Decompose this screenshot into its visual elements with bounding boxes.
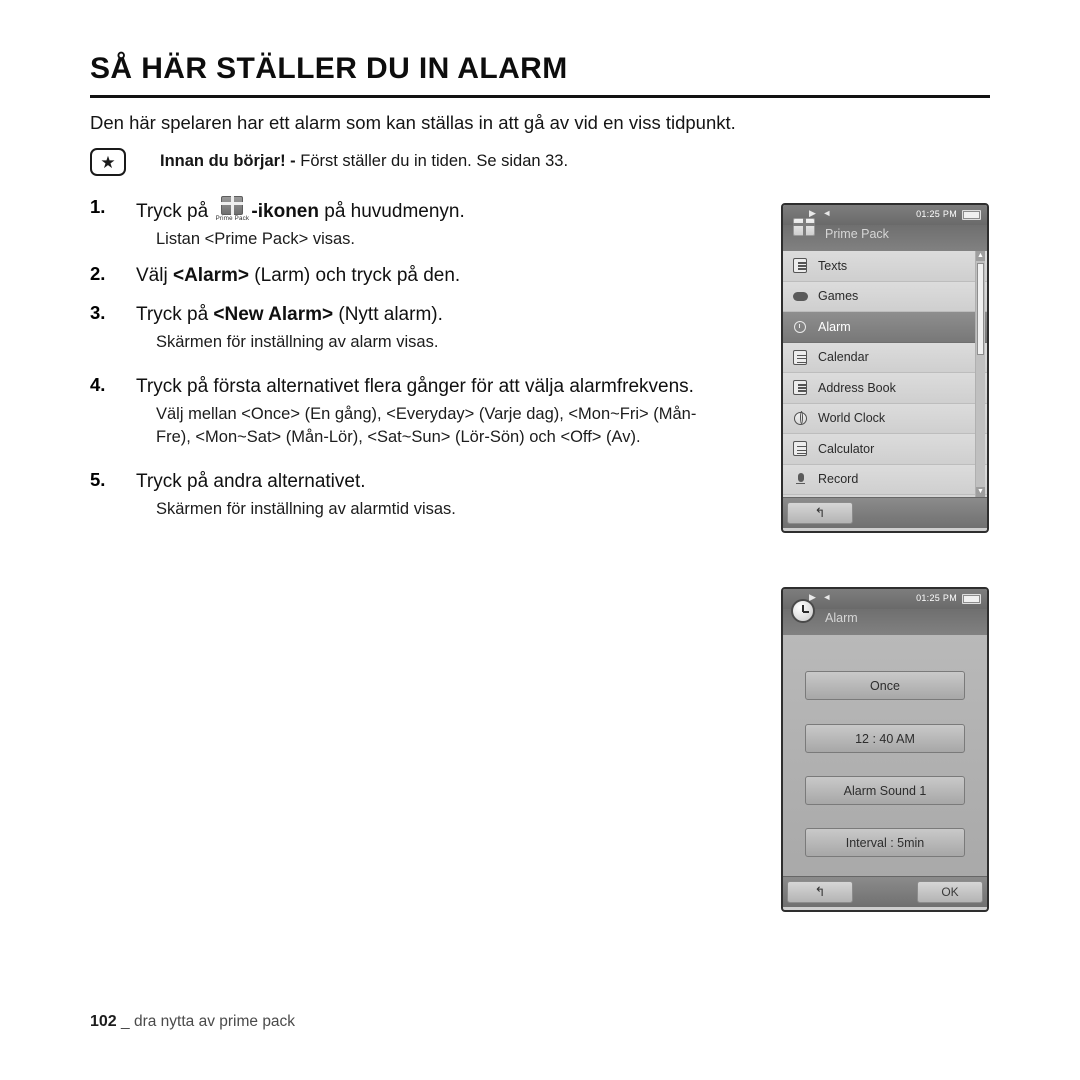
menu-item-record-label: Record [818,472,859,487]
battery-icon [962,210,981,220]
ok-button[interactable]: OK [917,881,983,903]
step-3-subtext: Skärmen för inställning av alarm visas. [156,333,439,352]
note-text: Innan du börjar! - Först ställer du in t… [160,152,568,171]
back-button[interactable]: ↰ [787,881,853,903]
menu-item-world-clock-label: World Clock [818,411,886,426]
status-time: 01:25 PM [916,593,957,603]
step-2: 2. Välj <Alarm> (Larm) och tryck på den. [90,263,730,290]
menu-item-world-clock[interactable]: World Clock [783,403,987,434]
device-screenshot-prime-pack: ▶ ◄ 01:25 PM Prime Pack Texts Games Alar… [781,203,989,533]
intro-paragraph: Den här spelaren har ett alarm som kan s… [90,112,736,133]
menu-item-record[interactable]: Record [783,464,987,495]
alarm-time-option[interactable]: 12 : 40 AM [805,724,965,753]
step-4-number: 4. [90,374,106,396]
step-2-text-bold: <Alarm> [172,265,250,287]
steps-list: 1. Tryck på Prime Pack -ikonen på huvudme… [90,196,730,525]
device-screenshot-alarm: ▶ ◄ 01:25 PM Alarm Once 12 : 40 AM Alarm… [781,587,989,912]
prime-pack-icon: Prime Pack [215,196,249,226]
title-divider [90,95,990,98]
menu-item-address-book[interactable]: Address Book [783,373,987,404]
step-1-text-before: Tryck på [136,201,214,222]
step-1-subtext: Listan <Prime Pack> visas. [156,230,355,248]
alarm-interval-option[interactable]: Interval : 5min [805,828,965,857]
step-3-text-bold: <New Alarm> [213,304,334,326]
scrollbar[interactable]: ▲ ▼ [975,251,985,497]
screen-title: Alarm [825,611,858,625]
step-3-text: Tryck på <New Alarm> (Nytt alarm). [136,302,730,329]
step-3-text-before: Tryck på [136,304,214,326]
battery-icon [962,594,981,604]
menu-item-calendar[interactable]: Calendar [783,342,987,373]
screen-header: Alarm [783,599,987,635]
page-title: SÅ HÄR STÄLLER DU IN ALARM [90,52,568,85]
manual-page: SÅ HÄR STÄLLER DU IN ALARM Den här spela… [0,0,1080,1080]
status-left-icons: ▶ ◄ [809,592,834,602]
menu-item-texts[interactable]: Texts [783,251,987,282]
menu-item-games[interactable]: Games [783,281,987,312]
games-icon [792,289,809,304]
note-body: Först ställer du in tiden. Se sidan 33. [295,152,569,170]
menu-list: Texts Games Alarm Calendar Address Book [783,251,987,497]
alarm-sound-option[interactable]: Alarm Sound 1 [805,776,965,805]
clock-icon [791,599,815,623]
step-5-text: Tryck på andra alternativet. [136,471,366,493]
step-4-subtext: Välj mellan <Once> (En gång), <Everyday>… [156,405,697,447]
step-4-text: Tryck på första alternativet flera gånge… [136,376,694,398]
alarm-icon [792,319,809,334]
step-1-text: Tryck på Prime Pack -ikonen på huvudmenyn… [136,196,730,226]
status-time: 01:25 PM [916,209,957,219]
step-2-text: Välj <Alarm> (Larm) och tryck på den. [136,263,730,290]
step-1-text-after: på huvudmenyn. [318,201,465,222]
texts-icon [792,258,809,274]
step-2-text-after: (Larm) och tryck på den. [249,265,461,287]
menu-item-texts-label: Texts [818,258,848,273]
menu-item-address-book-label: Address Book [818,380,896,395]
footer-section: dra nytta av prime pack [133,1013,296,1030]
screen-title: Prime Pack [825,227,889,241]
scroll-down-icon[interactable]: ▼ [976,487,985,497]
note-lead: Innan du börjar! - [160,152,296,170]
screen-header: Prime Pack [783,218,987,251]
back-button[interactable]: ↰ [787,502,853,524]
screen-footer: ↰ OK [783,876,987,907]
step-3: 3. Tryck på <New Alarm> (Nytt alarm). Sk… [90,302,730,354]
step-2-text-before: Välj [136,265,173,287]
menu-item-alarm[interactable]: Alarm [783,312,987,343]
page-number: 102 [90,1013,117,1030]
gift-icon [791,213,817,239]
record-icon [792,472,809,487]
menu-item-calculator-label: Calculator [818,441,875,456]
calendar-icon [792,349,809,365]
scroll-up-icon[interactable]: ▲ [976,251,985,261]
step-3-text-after: (Nytt alarm). [333,304,443,326]
step-1-number: 1. [90,196,106,217]
step-5-subtext: Skärmen för inställning av alarmtid visa… [156,500,456,519]
screen-footer: ↰ [783,497,987,528]
calculator-icon [792,441,809,457]
star-icon: ★ [90,148,126,176]
menu-item-calculator[interactable]: Calculator [783,434,987,465]
step-1: 1. Tryck på Prime Pack -ikonen på huvudme… [90,196,730,251]
note-box: ★ Innan du börjar! - Först ställer du in… [90,148,810,178]
alarm-settings-body: Once 12 : 40 AM Alarm Sound 1 Interval :… [783,635,987,876]
step-2-number: 2. [90,263,106,285]
menu-item-alarm-label: Alarm [818,319,851,334]
world-clock-icon [792,411,809,426]
step-5: 5. Tryck på andra alternativet. Skärmen … [90,469,730,521]
page-footer: 102 _ dra nytta av prime pack [90,1013,295,1031]
alarm-frequency-option[interactable]: Once [805,671,965,700]
step-3-number: 3. [90,302,106,324]
menu-item-calendar-label: Calendar [818,350,869,365]
footer-separator: _ [121,1013,134,1030]
scrollbar-thumb[interactable] [977,263,984,355]
step-5-number: 5. [90,469,106,491]
address-book-icon [792,380,809,396]
prime-pack-icon-caption: Prime Pack [215,215,250,222]
step-4: 4. Tryck på första alternativet flera gå… [90,374,730,449]
menu-item-games-label: Games [818,289,859,304]
step-1-text-bold: -ikonen [251,201,319,222]
